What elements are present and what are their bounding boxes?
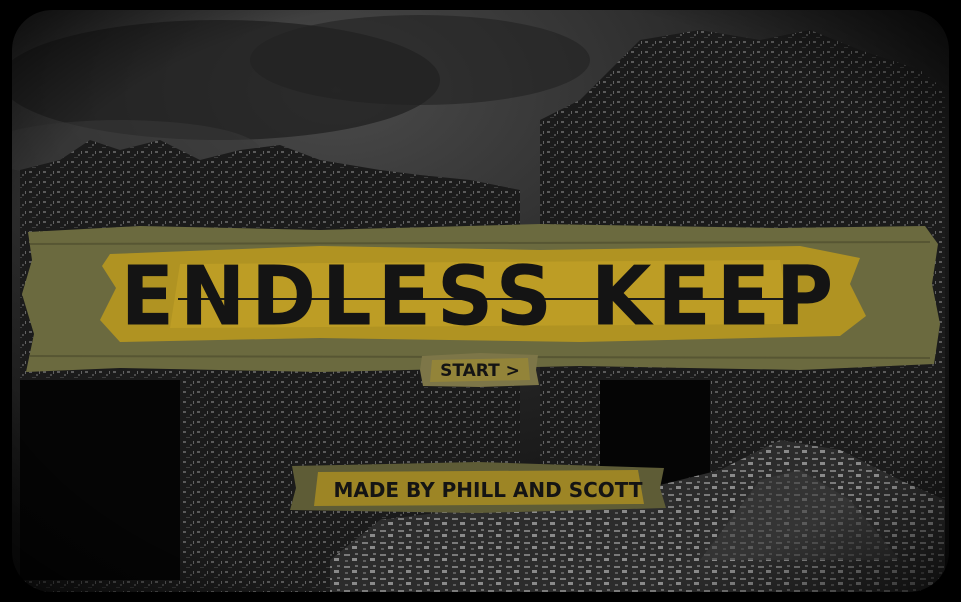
start-button[interactable]: START > xyxy=(420,352,540,388)
credits-text: MADE BY PHILL AND SCOTT xyxy=(333,478,643,502)
start-button-label: START > xyxy=(440,361,520,381)
game-title: ENDLESS KEEP xyxy=(120,249,840,345)
title-screen: ENDLESS KEEP START > MADE BY PHILL AND S… xyxy=(0,0,961,602)
credits-plank: MADE BY PHILL AND SCOTT xyxy=(288,462,668,514)
